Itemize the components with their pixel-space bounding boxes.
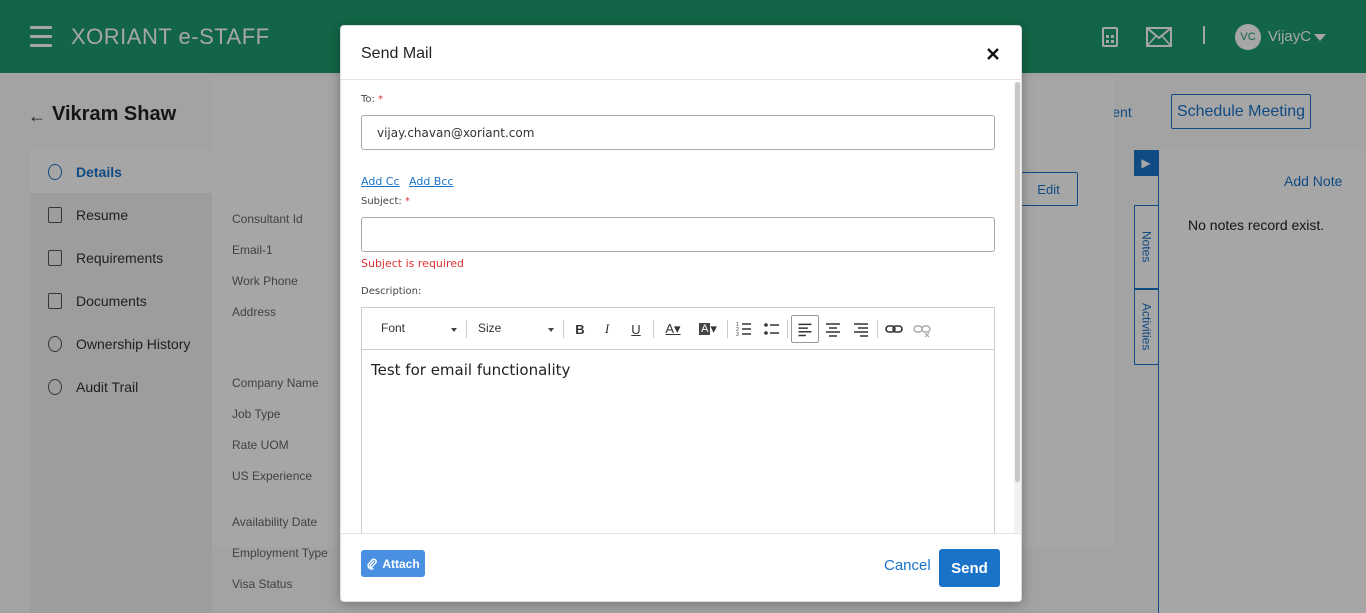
send-mail-dialog: Send Mail To: * vijay.chavan@xoriant.com… — [340, 25, 1022, 602]
to-field[interactable]: vijay.chavan@xoriant.com — [361, 115, 995, 150]
underline-icon[interactable]: U — [625, 318, 647, 340]
unlink-icon[interactable] — [911, 318, 933, 340]
add-bcc-link[interactable]: Add Bcc — [409, 175, 453, 188]
chevron-down-icon[interactable] — [451, 328, 457, 332]
link-icon[interactable] — [883, 318, 905, 340]
background-color-glyph: A — [699, 323, 711, 335]
close-icon[interactable] — [985, 46, 1001, 62]
toolbar-divider — [727, 320, 728, 338]
svg-text:3: 3 — [736, 332, 739, 338]
editor-toolbar: Font Size B I U A▾ A ▾ 123 — [362, 308, 994, 350]
dialog-header: Send Mail — [341, 26, 1021, 80]
italic-icon[interactable]: I — [596, 318, 618, 340]
scrollbar-thumb[interactable] — [1015, 82, 1020, 482]
font-select[interactable]: Font — [381, 321, 405, 335]
paperclip-icon — [367, 558, 378, 570]
bullet-list-icon[interactable] — [761, 318, 783, 340]
cancel-button[interactable]: Cancel — [884, 557, 931, 574]
dialog-footer: Attach Cancel Send — [341, 533, 1021, 601]
attach-label: Attach — [382, 556, 420, 571]
toolbar-divider — [563, 320, 564, 338]
align-right-icon[interactable] — [850, 318, 872, 340]
rich-text-editor: Font Size B I U A▾ A ▾ 123 Test for emai… — [361, 307, 995, 533]
ordered-list-icon[interactable]: 123 — [733, 318, 755, 340]
bold-icon[interactable]: B — [569, 318, 591, 340]
required-marker: * — [378, 94, 384, 105]
align-left-icon[interactable] — [791, 315, 819, 343]
subject-field[interactable] — [361, 217, 995, 252]
size-select[interactable]: Size — [478, 321, 501, 335]
to-label-text: To: — [361, 94, 375, 105]
background-color-icon[interactable]: A ▾ — [695, 318, 721, 340]
required-marker: * — [404, 196, 410, 207]
subject-error: Subject is required — [361, 257, 464, 270]
toolbar-divider — [466, 320, 467, 338]
attach-button[interactable]: Attach — [361, 550, 425, 577]
description-label: Description: — [361, 286, 422, 297]
align-center-icon[interactable] — [822, 318, 844, 340]
dialog-scrollbar[interactable] — [1014, 82, 1021, 534]
editor-content[interactable]: Test for email functionality — [371, 361, 570, 379]
to-label: To: * — [361, 94, 383, 105]
subject-label-text: Subject: — [361, 196, 402, 207]
dialog-body: To: * vijay.chavan@xoriant.com Add Cc Ad… — [341, 81, 1021, 533]
add-cc-link[interactable]: Add Cc — [361, 175, 400, 188]
toolbar-divider — [877, 320, 878, 338]
send-button[interactable]: Send — [939, 549, 1000, 587]
subject-label: Subject: * — [361, 196, 410, 207]
dialog-title: Send Mail — [361, 45, 433, 62]
chevron-down-icon[interactable] — [548, 328, 554, 332]
toolbar-divider — [653, 320, 654, 338]
font-color-icon[interactable]: A▾ — [660, 318, 686, 340]
toolbar-divider — [787, 320, 788, 338]
